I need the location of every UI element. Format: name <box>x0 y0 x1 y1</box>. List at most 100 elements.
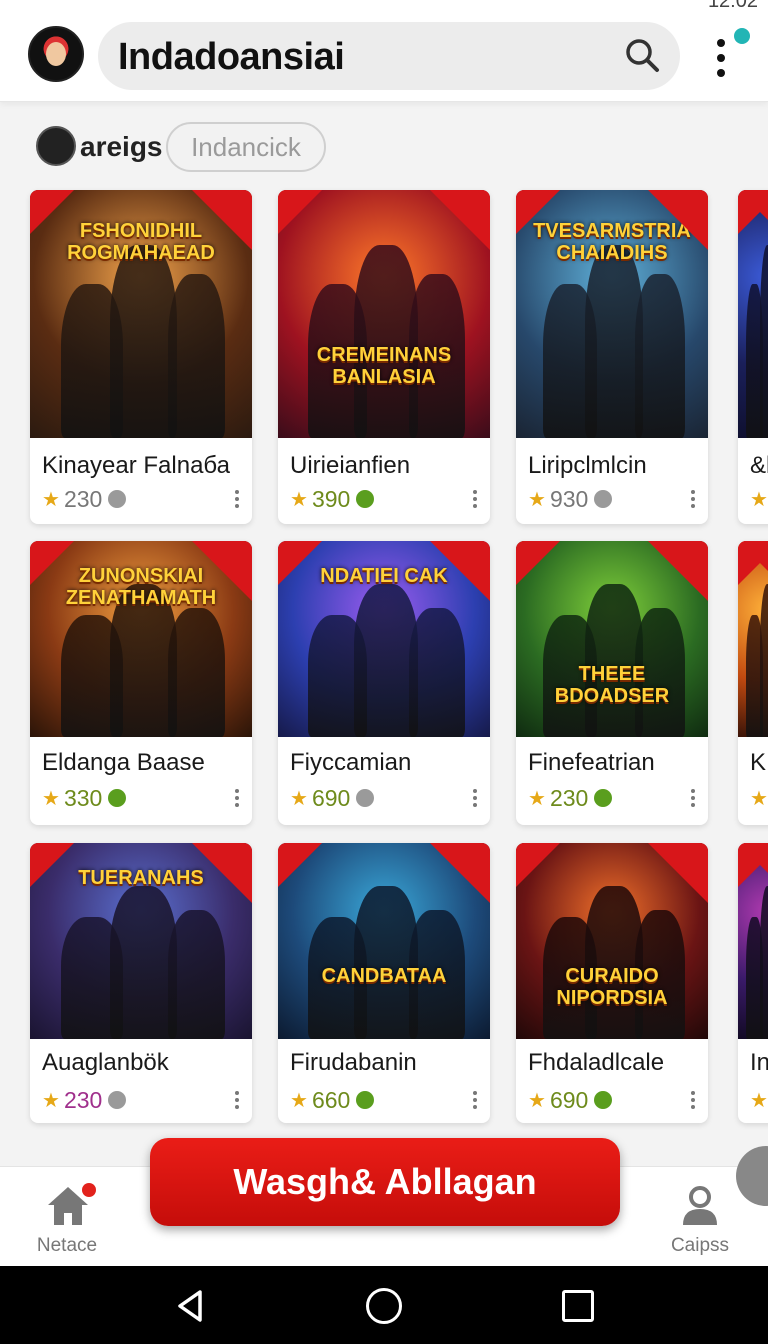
game-thumbnail[interactable]: ZUNONSKIAI ZENATHAMATH <box>30 541 252 737</box>
nav-item-profile[interactable]: Caipss <box>660 1181 740 1261</box>
game-title[interactable]: Eldanga Baase <box>42 749 205 777</box>
corner-badge-right <box>192 541 252 601</box>
game-card[interactable]: CANDBATAA Firudabanin ★ 660 <box>278 843 490 1123</box>
corner-badge-right <box>648 541 708 601</box>
rating-value: 230 <box>63 485 103 512</box>
rating-value: 690 <box>549 1086 589 1113</box>
rating-row: ★ 390 <box>290 485 375 512</box>
corner-badge-right <box>192 843 252 903</box>
game-card[interactable]: FSHONIDHIL ROGMAHAEAD Kinayear Falnaба ★ 23… <box>30 190 252 524</box>
corner-badge-left <box>30 541 74 585</box>
game-thumbnail[interactable]: CURAIDO NIPORDSIA <box>516 843 708 1039</box>
back-icon[interactable] <box>172 1288 208 1324</box>
corner-badge-left <box>30 843 74 887</box>
game-art-title: THEEE BDOADSER <box>554 662 670 707</box>
card-more-icon[interactable] <box>472 787 478 809</box>
rating-row: ★ <box>750 486 768 512</box>
card-more-icon[interactable] <box>472 1089 478 1111</box>
game-card[interactable]: THEEE BDOADSER Finefeatrian ★ 230 <box>516 541 708 825</box>
game-title[interactable]: Auaglanbök <box>42 1049 169 1077</box>
game-title[interactable]: Fhdaladlcale <box>528 1049 664 1077</box>
character-figure <box>409 607 465 737</box>
character-figure <box>109 886 177 1039</box>
avatar[interactable] <box>28 26 84 82</box>
coin-icon <box>108 490 127 508</box>
character-figure <box>167 274 226 438</box>
star-icon: ★ <box>750 787 768 810</box>
search-input[interactable]: Indadoansiai <box>118 36 345 79</box>
corner-badge-right <box>430 843 490 903</box>
card-more-icon[interactable] <box>690 488 696 510</box>
game-card[interactable]: NDATIEI CAK Fiyccamian ★ 690 <box>278 541 490 825</box>
rating-row: ★ 690 <box>290 785 375 811</box>
primary-action-button[interactable]: Wasgh& Abllagan <box>150 1138 620 1226</box>
game-card[interactable]: K ★ <box>738 541 768 825</box>
rating-value: 230 <box>549 784 589 811</box>
nav-profile-label: Caipss <box>670 1235 730 1256</box>
star-icon: ★ <box>750 1089 768 1112</box>
game-thumbnail[interactable]: CANDBATAA <box>278 843 490 1039</box>
star-icon: ★ <box>290 787 308 810</box>
card-more-icon[interactable] <box>234 1089 240 1111</box>
rating-row: ★ 690 <box>528 1086 613 1113</box>
game-title[interactable]: Firudabanin <box>290 1049 417 1077</box>
game-card[interactable]: CURAIDO NIPORDSIA Fhdaladlcale ★ 690 <box>516 843 708 1123</box>
corner-badge-right <box>192 190 252 250</box>
game-title[interactable]: &l <box>750 452 768 480</box>
system-home-icon[interactable] <box>366 1288 402 1324</box>
game-thumbnail[interactable] <box>738 843 768 1039</box>
character-figure <box>759 886 768 1039</box>
corner-badge-right <box>738 190 768 250</box>
corner-badge-right <box>738 541 768 601</box>
system-navigation-bar <box>0 1266 768 1344</box>
character-figure <box>354 886 418 1039</box>
more-vertical-icon[interactable] <box>714 38 728 78</box>
game-thumbnail[interactable] <box>738 541 768 737</box>
coin-icon <box>594 1091 613 1109</box>
app-screen: 12:02 Indadoansiai areigs Indancick FSHO… <box>0 0 768 1344</box>
game-title[interactable]: Liripclmlcin <box>528 452 647 480</box>
star-icon: ★ <box>42 1089 60 1112</box>
game-title[interactable]: In <box>750 1049 768 1077</box>
rating-value: 230 <box>63 1086 103 1113</box>
game-card[interactable]: ZUNONSKIAI ZENATHAMATH Eldanga Baase ★ 330 <box>30 541 252 825</box>
rating-value: 390 <box>311 485 351 512</box>
game-thumbnail[interactable]: THEEE BDOADSER <box>516 541 708 737</box>
search-icon[interactable] <box>624 37 660 73</box>
game-thumbnail[interactable]: CREMEINANS BANLASIA <box>278 190 490 438</box>
nav-home-label: Netace <box>36 1235 98 1256</box>
game-thumbnail[interactable]: TUERANAHS <box>30 843 252 1039</box>
game-thumbnail[interactable]: TVESARMSTRIA CHAIADIHS <box>516 190 708 438</box>
card-more-icon[interactable] <box>690 1089 696 1111</box>
game-card[interactable]: &l ★ <box>738 190 768 524</box>
character-figure <box>354 584 418 737</box>
coin-icon <box>356 789 375 807</box>
filter-avatar-icon[interactable] <box>36 126 76 166</box>
search-bar[interactable]: Indadoansiai <box>98 22 680 90</box>
card-more-icon[interactable] <box>472 488 478 510</box>
game-card[interactable]: In ★ <box>738 843 768 1123</box>
game-card[interactable]: TVESARMSTRIA CHAIADIHS Liripclmlcin ★ 930 <box>516 190 708 524</box>
card-more-icon[interactable] <box>234 488 240 510</box>
game-title[interactable]: Kinayear Falnaба <box>42 452 230 480</box>
filter-chip[interactable]: Indancick <box>166 122 326 172</box>
game-card[interactable]: TUERANAHS Auaglanbök ★ 230 <box>30 843 252 1123</box>
nav-item-home[interactable]: Netace <box>30 1181 104 1261</box>
card-more-icon[interactable] <box>234 787 240 809</box>
card-more-icon[interactable] <box>690 787 696 809</box>
corner-badge-left <box>278 541 322 585</box>
game-thumbnail[interactable]: FSHONIDHIL ROGMAHAEAD <box>30 190 252 438</box>
recent-apps-icon[interactable] <box>562 1290 594 1322</box>
corner-badge-left <box>516 843 560 887</box>
status-time: 12:02 <box>707 0 758 12</box>
corner-badge-right <box>648 843 708 903</box>
game-thumbnail[interactable] <box>738 190 768 438</box>
game-title[interactable]: Uirieianfien <box>290 452 410 480</box>
game-title[interactable]: Finefeatrian <box>528 749 655 777</box>
filter-label[interactable]: areigs <box>80 131 163 163</box>
game-title[interactable]: K <box>750 749 766 777</box>
game-thumbnail[interactable]: NDATIEI CAK <box>278 541 490 737</box>
game-card[interactable]: CREMEINANS BANLASIA Uirieianfien ★ 390 <box>278 190 490 524</box>
game-title[interactable]: Fiyccamian <box>290 749 411 777</box>
character-figure <box>759 584 768 737</box>
